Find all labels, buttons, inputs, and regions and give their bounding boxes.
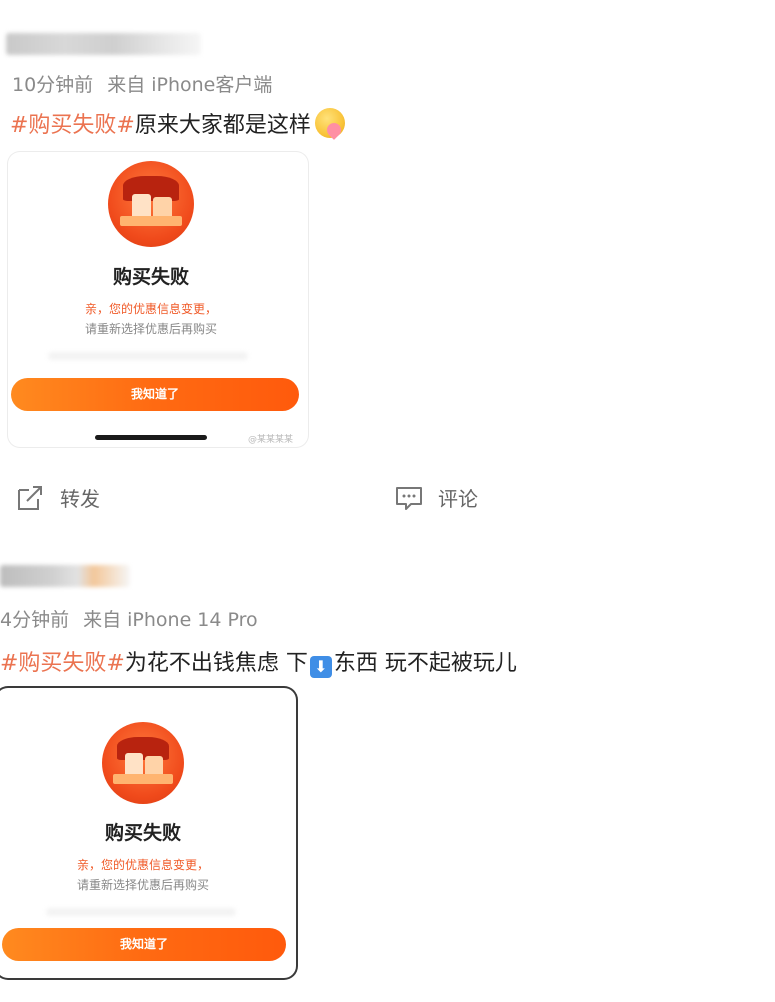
card2-faint-line <box>46 908 236 916</box>
comment-icon <box>396 486 422 510</box>
card1-line2: 请重新选择优惠后再购买 <box>84 322 217 336</box>
card2-ok-button[interactable]: 我知道了 <box>2 928 286 961</box>
comment-button[interactable]: 评论 <box>394 483 478 512</box>
store-avatar-icon <box>108 161 194 247</box>
post2-time: 4分钟前 <box>0 609 70 631</box>
post1-meta: 10分钟前 来自 iPhone客户端 <box>12 70 272 97</box>
post2-hashtag[interactable]: #购买失败# <box>0 651 125 676</box>
post1-image-card[interactable]: 购买失败 亲，您的优惠信息变更， 请重新选择优惠后再购买 我知道了 @某某某某 <box>8 152 308 447</box>
post2-meta: 4分钟前 来自 iPhone 14 Pro <box>0 605 258 632</box>
repost-label: 转发 <box>60 487 100 511</box>
card2-title: 购买失败 <box>104 822 181 844</box>
post1-text: #购买失败#原来大家都是这样 <box>10 107 345 139</box>
card1-ok-button[interactable]: 我知道了 <box>11 378 299 411</box>
card1-watermark: @某某某某 <box>248 435 294 445</box>
post1-body: 原来大家都是这样 <box>134 113 311 138</box>
post1-username-blurred[interactable] <box>6 33 201 55</box>
savoring-face-emoji-icon <box>314 108 345 138</box>
post1-time: 10分钟前 <box>12 74 94 96</box>
card2-line2: 请重新选择优惠后再购买 <box>76 878 209 892</box>
post2-source: 来自 iPhone 14 Pro <box>83 609 258 631</box>
card1-line1: 亲，您的优惠信息变更， <box>84 302 217 316</box>
post2-image-card[interactable]: 购买失败 亲，您的优惠信息变更， 请重新选择优惠后再购买 我知道了 <box>0 688 296 978</box>
repost-button[interactable]: 转发 <box>16 483 100 512</box>
post2-username-blurred[interactable] <box>0 565 130 587</box>
card2-line1: 亲，您的优惠信息变更， <box>76 858 209 872</box>
post1-hashtag[interactable]: #购买失败# <box>10 113 135 138</box>
store-avatar-icon <box>102 722 184 804</box>
down-arrow-icon: ⬇ <box>309 656 332 678</box>
repost-icon <box>18 485 42 510</box>
post2-text: #购买失败#为花不出钱焦虑 下 ⬇ 东西 玩不起被玩儿 <box>0 645 517 678</box>
card1-home-indicator <box>95 435 207 440</box>
comment-label: 评论 <box>438 487 478 511</box>
card1-title: 购买失败 <box>112 266 189 288</box>
post2-body-b: 东西 玩不起被玩儿 <box>333 651 517 676</box>
post2-body-a: 为花不出钱焦虑 下 <box>124 651 308 676</box>
card1-faint-line <box>48 352 248 360</box>
post1-source: 来自 iPhone客户端 <box>107 74 273 96</box>
